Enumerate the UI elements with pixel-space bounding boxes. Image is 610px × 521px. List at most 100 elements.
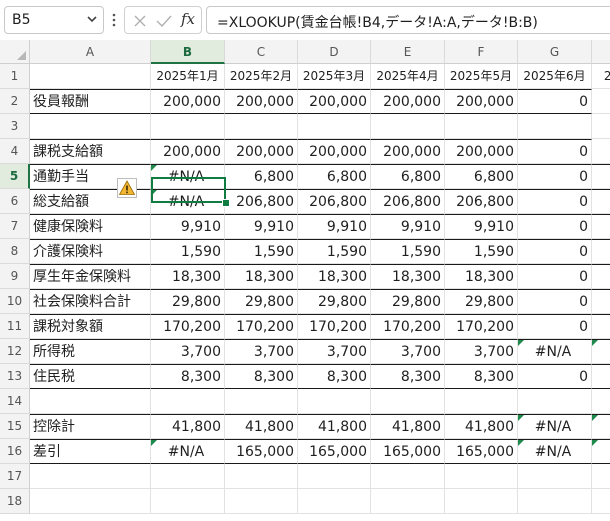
data-cell[interactable]: 6,800 — [445, 164, 518, 189]
data-cell[interactable] — [151, 464, 225, 489]
data-cell[interactable] — [298, 489, 371, 514]
data-cell[interactable] — [151, 114, 225, 139]
data-cell[interactable]: 200,000 — [445, 89, 518, 114]
row-label[interactable]: 所得税 — [30, 339, 151, 364]
data-cell[interactable]: 0 — [592, 314, 610, 339]
data-cell[interactable] — [371, 389, 445, 414]
data-cell[interactable]: # — [592, 414, 610, 439]
data-cell[interactable] — [518, 114, 592, 139]
month-header-4[interactable]: 2025年4月 — [371, 64, 445, 89]
row-label[interactable] — [30, 389, 151, 414]
data-cell[interactable]: # — [592, 439, 610, 464]
data-cell[interactable]: 18,300 — [445, 264, 518, 289]
data-cell[interactable]: 0 — [592, 139, 610, 164]
data-cell[interactable]: 0 — [518, 89, 592, 114]
data-cell[interactable]: 165,000 — [371, 439, 445, 464]
row-header-8[interactable]: 8 — [0, 239, 30, 264]
data-cell[interactable]: 200,000 — [225, 139, 298, 164]
data-cell[interactable]: 0 — [592, 164, 610, 189]
data-cell[interactable]: 9,910 — [225, 214, 298, 239]
data-cell[interactable] — [518, 464, 592, 489]
row-header-2[interactable]: 2 — [0, 89, 30, 114]
row-label[interactable]: 役員報酬 — [30, 89, 151, 114]
data-cell[interactable] — [371, 464, 445, 489]
month-header-5[interactable]: 2025年5月 — [445, 64, 518, 89]
row-label[interactable]: 住民税 — [30, 364, 151, 389]
data-cell[interactable] — [151, 389, 225, 414]
data-cell[interactable] — [298, 389, 371, 414]
column-header-a[interactable]: A — [30, 40, 151, 64]
row-label[interactable]: 社会保険料合計 — [30, 289, 151, 314]
data-cell[interactable]: 165,000 — [445, 439, 518, 464]
row-label[interactable]: 控除計 — [30, 414, 151, 439]
data-cell[interactable]: 0 — [518, 364, 592, 389]
data-cell[interactable] — [445, 464, 518, 489]
row-label[interactable]: 厚生年金保険料 — [30, 264, 151, 289]
data-cell[interactable] — [371, 114, 445, 139]
data-cell[interactable]: 0 — [518, 289, 592, 314]
data-cell[interactable] — [225, 389, 298, 414]
data-cell[interactable]: 200,000 — [298, 139, 371, 164]
data-cell[interactable]: #N/A — [151, 439, 225, 464]
data-cell[interactable]: 206,800 — [298, 189, 371, 214]
data-cell[interactable] — [592, 464, 610, 489]
data-cell[interactable]: 1,590 — [225, 239, 298, 264]
row-header-18[interactable]: 18 — [0, 489, 30, 514]
row-header-1[interactable]: 1 — [0, 64, 30, 89]
data-cell[interactable] — [225, 464, 298, 489]
select-all-button[interactable] — [0, 40, 30, 64]
month-header-6[interactable]: 2025年6月 — [518, 64, 592, 89]
data-cell[interactable]: 18,300 — [225, 264, 298, 289]
chevron-down-icon[interactable] — [85, 12, 99, 26]
row-header-15[interactable]: 15 — [0, 414, 30, 439]
row-header-12[interactable]: 12 — [0, 339, 30, 364]
data-cell[interactable]: 41,800 — [298, 414, 371, 439]
data-cell[interactable]: #N/A — [518, 439, 592, 464]
data-cell[interactable]: 0 — [518, 139, 592, 164]
data-cell[interactable]: 1,590 — [445, 239, 518, 264]
data-cell[interactable]: 206,800 — [371, 189, 445, 214]
data-cell[interactable]: 200,000 — [371, 139, 445, 164]
row-label[interactable]: 健康保険料 — [30, 214, 151, 239]
row-header-16[interactable]: 16 — [0, 439, 30, 464]
row-label[interactable] — [30, 489, 151, 514]
data-cell[interactable]: 29,800 — [298, 289, 371, 314]
data-cell[interactable]: #N/A — [518, 414, 592, 439]
data-cell[interactable]: 29,800 — [445, 289, 518, 314]
month-header-7[interactable]: 20 — [592, 64, 610, 89]
column-header-f[interactable]: F — [445, 40, 518, 64]
data-cell[interactable]: 1,590 — [371, 239, 445, 264]
cancel-x-icon[interactable] — [133, 14, 147, 28]
name-box[interactable]: B5 — [4, 6, 104, 34]
column-header-c[interactable]: C — [225, 40, 298, 64]
data-cell[interactable]: 18,300 — [151, 264, 225, 289]
data-cell[interactable]: 200,000 — [151, 89, 225, 114]
data-cell[interactable]: 0 — [592, 239, 610, 264]
data-cell[interactable]: 165,000 — [225, 439, 298, 464]
data-cell[interactable]: 0 — [518, 189, 592, 214]
data-cell[interactable]: 6,800 — [298, 164, 371, 189]
data-cell[interactable]: 0 — [518, 239, 592, 264]
row-label[interactable] — [30, 464, 151, 489]
formula-input[interactable]: =XLOOKUP(賃金台帳!B4,データ!A:A,データ!B:B) — [206, 6, 610, 34]
data-cell[interactable]: 0 — [592, 214, 610, 239]
data-cell[interactable]: 41,800 — [445, 414, 518, 439]
column-header-g[interactable]: G — [518, 40, 592, 64]
data-cell[interactable]: 3,700 — [225, 339, 298, 364]
row-header-17[interactable]: 17 — [0, 464, 30, 489]
data-cell[interactable]: 0 — [592, 89, 610, 114]
row-header-14[interactable]: 14 — [0, 389, 30, 414]
data-cell[interactable]: 0 — [518, 264, 592, 289]
column-header-b[interactable]: B — [151, 40, 225, 64]
data-cell[interactable]: 8,300 — [225, 364, 298, 389]
data-cell[interactable]: 8,300 — [298, 364, 371, 389]
data-cell[interactable]: 41,800 — [225, 414, 298, 439]
data-cell[interactable]: 0 — [518, 214, 592, 239]
data-cell[interactable]: 0 — [518, 314, 592, 339]
data-cell[interactable]: 170,200 — [225, 314, 298, 339]
data-cell[interactable]: 8,300 — [371, 364, 445, 389]
data-cell[interactable] — [445, 389, 518, 414]
data-cell[interactable]: 6,800 — [225, 164, 298, 189]
data-cell[interactable]: 0 — [592, 264, 610, 289]
row-label[interactable]: 介護保険料 — [30, 239, 151, 264]
